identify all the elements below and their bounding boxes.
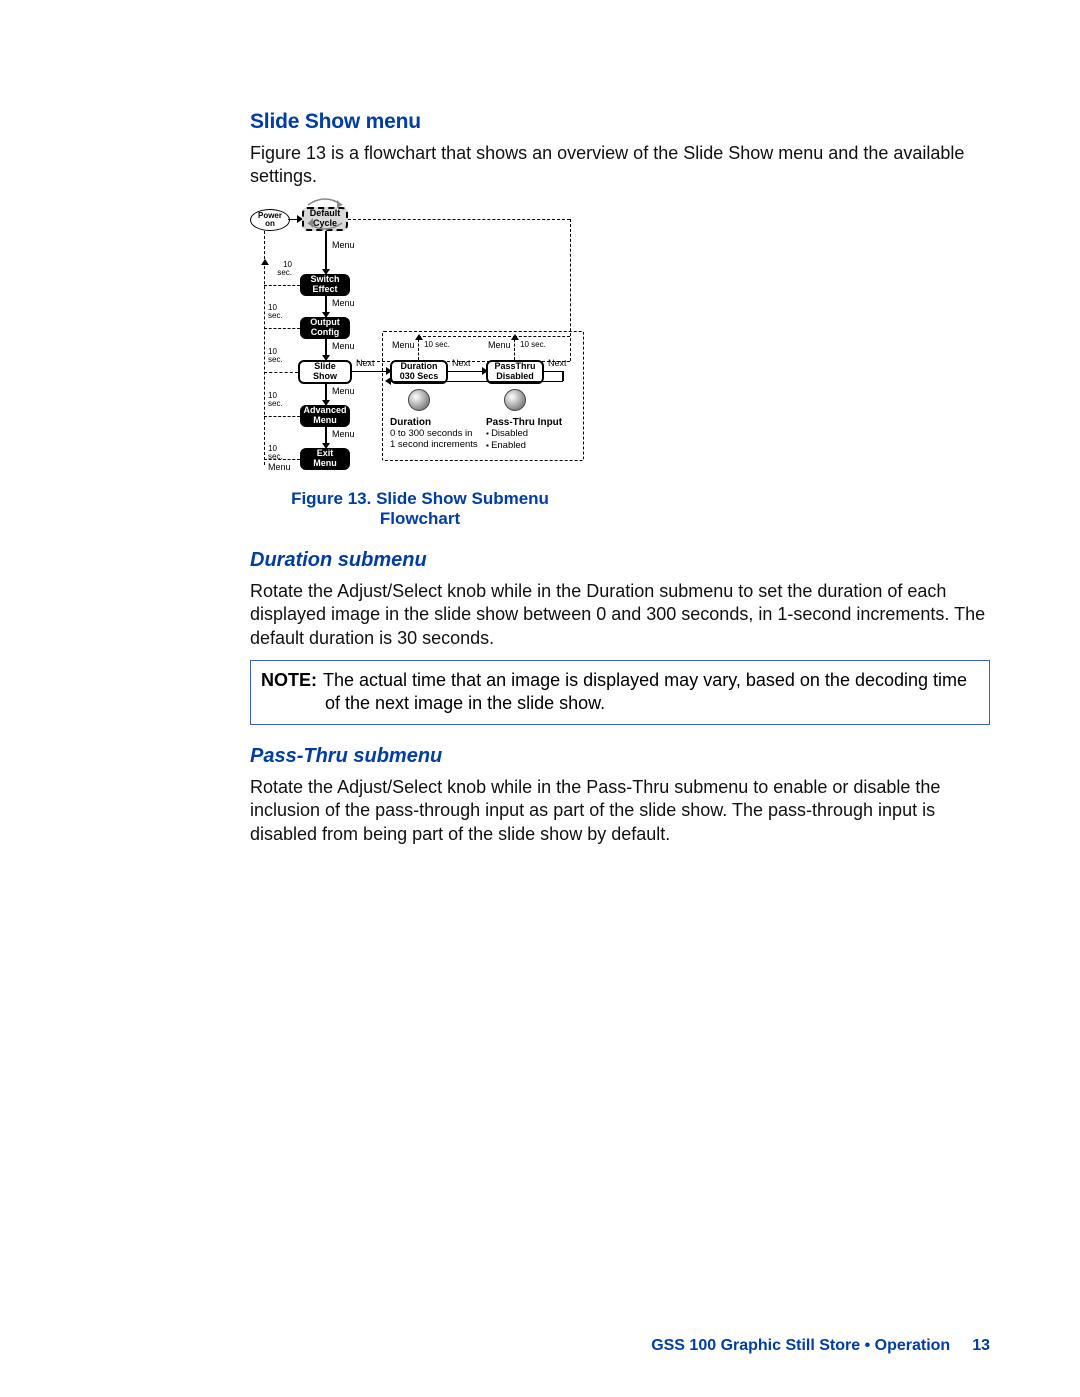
heading-passthru-submenu: Pass-Thru submenu — [250, 745, 990, 768]
paragraph-duration: Rotate the Adjust/Select knob while in t… — [250, 580, 990, 650]
page-footer: GSS 100 Graphic Still Store • Operation1… — [651, 1337, 990, 1355]
footer-text: GSS 100 Graphic Still Store • Operation — [651, 1337, 950, 1354]
note-box: NOTE:The actual time that an image is di… — [250, 660, 990, 725]
paragraph-intro: Figure 13 is a flowchart that shows an o… — [250, 142, 990, 189]
note-text-line1: The actual time that an image is display… — [323, 670, 967, 690]
note-text-line2: of the next image in the slide show. — [261, 692, 979, 715]
label-menu-2: Menu — [332, 299, 355, 308]
label-10sec-4: 10sec. — [268, 392, 292, 408]
flowchart-diagram: Poweron DefaultCycle Menu SwitchEffect 1… — [250, 199, 590, 479]
label-10sec-3: 10sec. — [268, 348, 292, 364]
label-menu-4: Menu — [332, 387, 355, 396]
label-10sec-5: 10sec. — [268, 445, 292, 461]
label-menu-5: Menu — [332, 430, 355, 439]
label-menu-3: Menu — [332, 342, 355, 351]
cycle-arrows-icon — [300, 197, 350, 231]
heading-duration-submenu: Duration submenu — [250, 549, 990, 572]
node-exit-menu: ExitMenu — [300, 448, 350, 470]
page: Slide Show menu Figure 13 is a flowchart… — [0, 0, 1080, 1397]
label-menu-1: Menu — [332, 241, 355, 250]
label-10sec-1: 10sec. — [268, 261, 292, 277]
heading-slide-show-menu: Slide Show menu — [250, 110, 990, 134]
label-10sec-2: 10sec. — [268, 304, 292, 320]
footer-page-number: 13 — [950, 1337, 990, 1354]
node-power-on: Poweron — [250, 209, 290, 231]
node-advanced-menu: AdvancedMenu — [300, 405, 350, 427]
node-slide-show: SlideShow — [298, 360, 352, 384]
figure-caption: Figure 13. Slide Show Submenu Flowchart — [250, 489, 590, 529]
label-menu-bottom: Menu — [268, 463, 291, 472]
node-output-config: OutputConfig — [300, 317, 350, 339]
node-switch-effect: SwitchEffect — [300, 274, 350, 296]
label-next-1: Next — [356, 359, 375, 368]
submenu-group-border — [382, 331, 584, 461]
paragraph-passthru: Rotate the Adjust/Select knob while in t… — [250, 776, 990, 846]
note-label: NOTE: — [261, 670, 323, 690]
